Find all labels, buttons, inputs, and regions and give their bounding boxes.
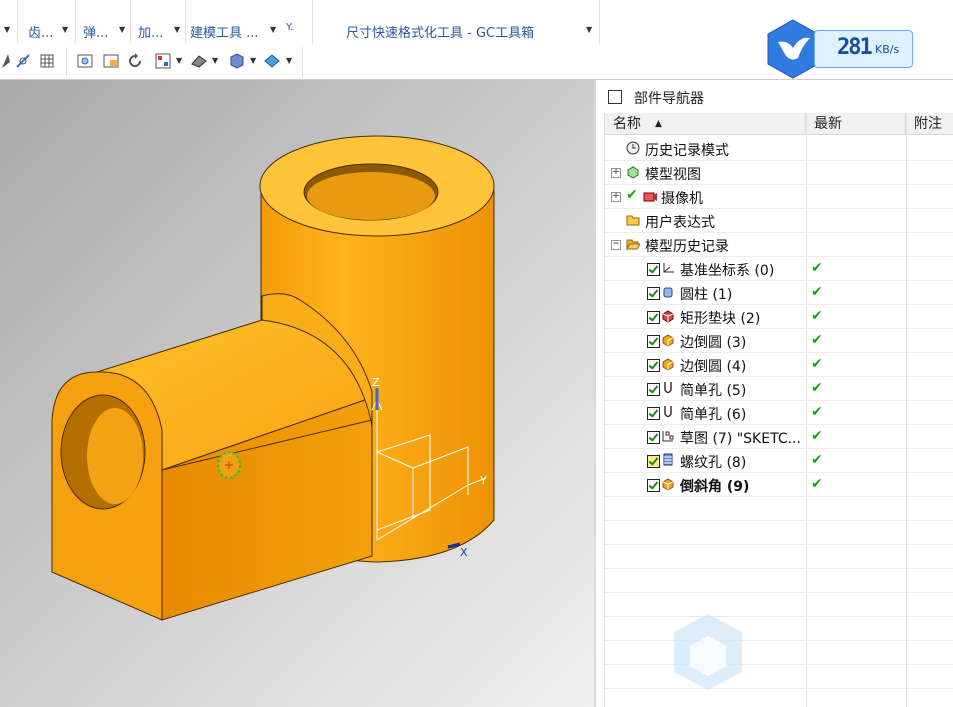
- tree-node-cameras[interactable]: + ✔ 摄像机: [605, 185, 953, 209]
- expand-icon[interactable]: +: [611, 192, 621, 202]
- ribbon-group-spring[interactable]: 弹... ▼: [83, 22, 125, 42]
- feature-row[interactable]: 圆柱 (1) ✔: [605, 281, 953, 305]
- folder-icon: [626, 215, 640, 226]
- zoom-window-icon[interactable]: [102, 52, 120, 70]
- feature-checkbox[interactable]: [647, 263, 660, 276]
- render-dropdown-icon[interactable]: ▼: [250, 56, 256, 65]
- tree-node-model-history[interactable]: − 模型历史记录: [605, 233, 953, 257]
- part-model[interactable]: Z Y X: [0, 80, 594, 707]
- feature-row[interactable]: 草图 (7) "SKETC... ✔: [605, 425, 953, 449]
- latest-status: ✔: [811, 308, 823, 324]
- navigator-title: 部件导航器: [634, 91, 704, 107]
- datum-csys-icon: [663, 263, 674, 273]
- simple-hole-icon: [664, 406, 672, 418]
- feature-row-current[interactable]: 倒斜角 (9) ✔: [605, 473, 953, 497]
- folder-open-icon: [626, 239, 640, 251]
- empty-row: [605, 617, 953, 641]
- edge-blend-icon: [662, 334, 674, 347]
- feature-row[interactable]: 边倒圆 (4) ✔: [605, 353, 953, 377]
- feature-checkbox[interactable]: [647, 431, 660, 444]
- clock-icon: [626, 141, 640, 155]
- column-header-note[interactable]: 附注: [906, 113, 953, 135]
- latest-status: ✔: [811, 428, 823, 444]
- render-style-icon[interactable]: [228, 52, 246, 70]
- simple-hole-icon: [664, 382, 672, 394]
- latest-status: ✔: [811, 404, 823, 420]
- section-view-icon[interactable]: [263, 52, 281, 70]
- feature-checkbox[interactable]: [647, 287, 660, 300]
- layout-dropdown-icon[interactable]: ▼: [176, 56, 182, 65]
- speed-readout: 281 KB/s: [814, 30, 913, 68]
- shading-dropdown-icon[interactable]: ▼: [212, 56, 218, 65]
- part-navigator: 部件导航器 名称 ▲ 最新 附注 历史记录模式 + 模型视图 + ✔ 摄像机 用…: [596, 80, 953, 707]
- grid-icon[interactable]: [38, 52, 56, 70]
- threaded-hole-icon: [663, 453, 673, 466]
- x-axis-label: X: [460, 546, 468, 559]
- shading-icon[interactable]: [190, 52, 208, 70]
- edge-blend-icon: [662, 358, 674, 371]
- latest-status: ✔: [811, 260, 823, 276]
- feature-row[interactable]: 简单孔 (6) ✔: [605, 401, 953, 425]
- feature-checkbox[interactable]: [647, 335, 660, 348]
- collapse-icon[interactable]: −: [611, 240, 621, 250]
- layout-icon[interactable]: [154, 52, 172, 70]
- navigator-tree: 名称 ▲ 最新 附注 历史记录模式 + 模型视图 + ✔ 摄像机 用户表达式 −: [604, 113, 953, 707]
- download-speed-widget[interactable]: 281 KB/s: [762, 18, 913, 80]
- ribbon-group-gear[interactable]: 齿... ▼: [28, 22, 68, 42]
- y-axis-label: Y: [479, 474, 487, 487]
- tree-node-user-expressions[interactable]: 用户表达式: [605, 209, 953, 233]
- feature-checkbox[interactable]: [647, 479, 660, 492]
- section-dropdown-icon[interactable]: ▼: [286, 56, 292, 65]
- ribbon-group-modeling-tools[interactable]: 建模工具 ... ▼: [190, 22, 276, 42]
- empty-row: [605, 545, 953, 569]
- model-view-icon: [627, 166, 639, 179]
- sort-ascending-icon: ▲: [655, 119, 662, 129]
- column-header-name[interactable]: 名称 ▲: [605, 113, 806, 135]
- pad-icon: [662, 310, 674, 323]
- ribbon-group-overflow[interactable]: Y.: [286, 22, 293, 42]
- feature-checkbox[interactable]: [647, 311, 660, 324]
- check-icon: ✔: [626, 187, 638, 203]
- camera-icon: [643, 192, 657, 202]
- latest-status: ✔: [811, 284, 823, 300]
- feature-checkbox[interactable]: [647, 407, 660, 420]
- rotate-icon[interactable]: [126, 52, 144, 70]
- navigator-pin-checkbox[interactable]: [608, 90, 622, 104]
- z-axis-label: Z: [372, 376, 380, 389]
- feature-row[interactable]: 边倒圆 (3) ✔: [605, 329, 953, 353]
- empty-row: [605, 665, 953, 689]
- latest-status: ✔: [811, 356, 823, 372]
- feature-checkbox[interactable]: [647, 455, 660, 468]
- empty-row: [605, 593, 953, 617]
- sketch-icon: [662, 431, 674, 442]
- empty-row: [605, 521, 953, 545]
- fit-view-icon[interactable]: [76, 52, 94, 70]
- watermark-logo-icon: [674, 614, 742, 690]
- expand-icon[interactable]: +: [611, 168, 621, 178]
- empty-row: [605, 641, 953, 665]
- tree-node-model-views[interactable]: + 模型视图: [605, 161, 953, 185]
- ribbon-group-machining[interactable]: 加... ▼: [138, 22, 180, 42]
- feature-row[interactable]: 矩形垫块 (2) ✔: [605, 305, 953, 329]
- ribbon-group-dim-format[interactable]: 尺寸快速格式化工具 - GC工具箱 ▼: [346, 22, 592, 42]
- cylinder-icon: [663, 287, 673, 298]
- feature-row[interactable]: 基准坐标系 (0) ✔: [605, 257, 953, 281]
- latest-status: ✔: [811, 476, 823, 492]
- speed-unit: KB/s: [875, 43, 900, 56]
- graphics-window[interactable]: Z Y X: [0, 80, 594, 707]
- feature-row[interactable]: 简单孔 (5) ✔: [605, 377, 953, 401]
- feature-row[interactable]: 螺纹孔 (8) ✔: [605, 449, 953, 473]
- feature-checkbox[interactable]: [647, 359, 660, 372]
- latest-status: ✔: [811, 380, 823, 396]
- latest-status: ✔: [811, 332, 823, 348]
- feature-checkbox[interactable]: [647, 383, 660, 396]
- empty-row: [605, 569, 953, 593]
- latest-status: ✔: [811, 452, 823, 468]
- tree-node-history-mode[interactable]: 历史记录模式: [605, 137, 953, 161]
- snap-icon[interactable]: [14, 52, 32, 70]
- speed-value: 281: [837, 35, 873, 60]
- empty-row: [605, 497, 953, 521]
- column-header-latest[interactable]: 最新: [806, 113, 906, 135]
- chamfer-icon: [662, 478, 674, 491]
